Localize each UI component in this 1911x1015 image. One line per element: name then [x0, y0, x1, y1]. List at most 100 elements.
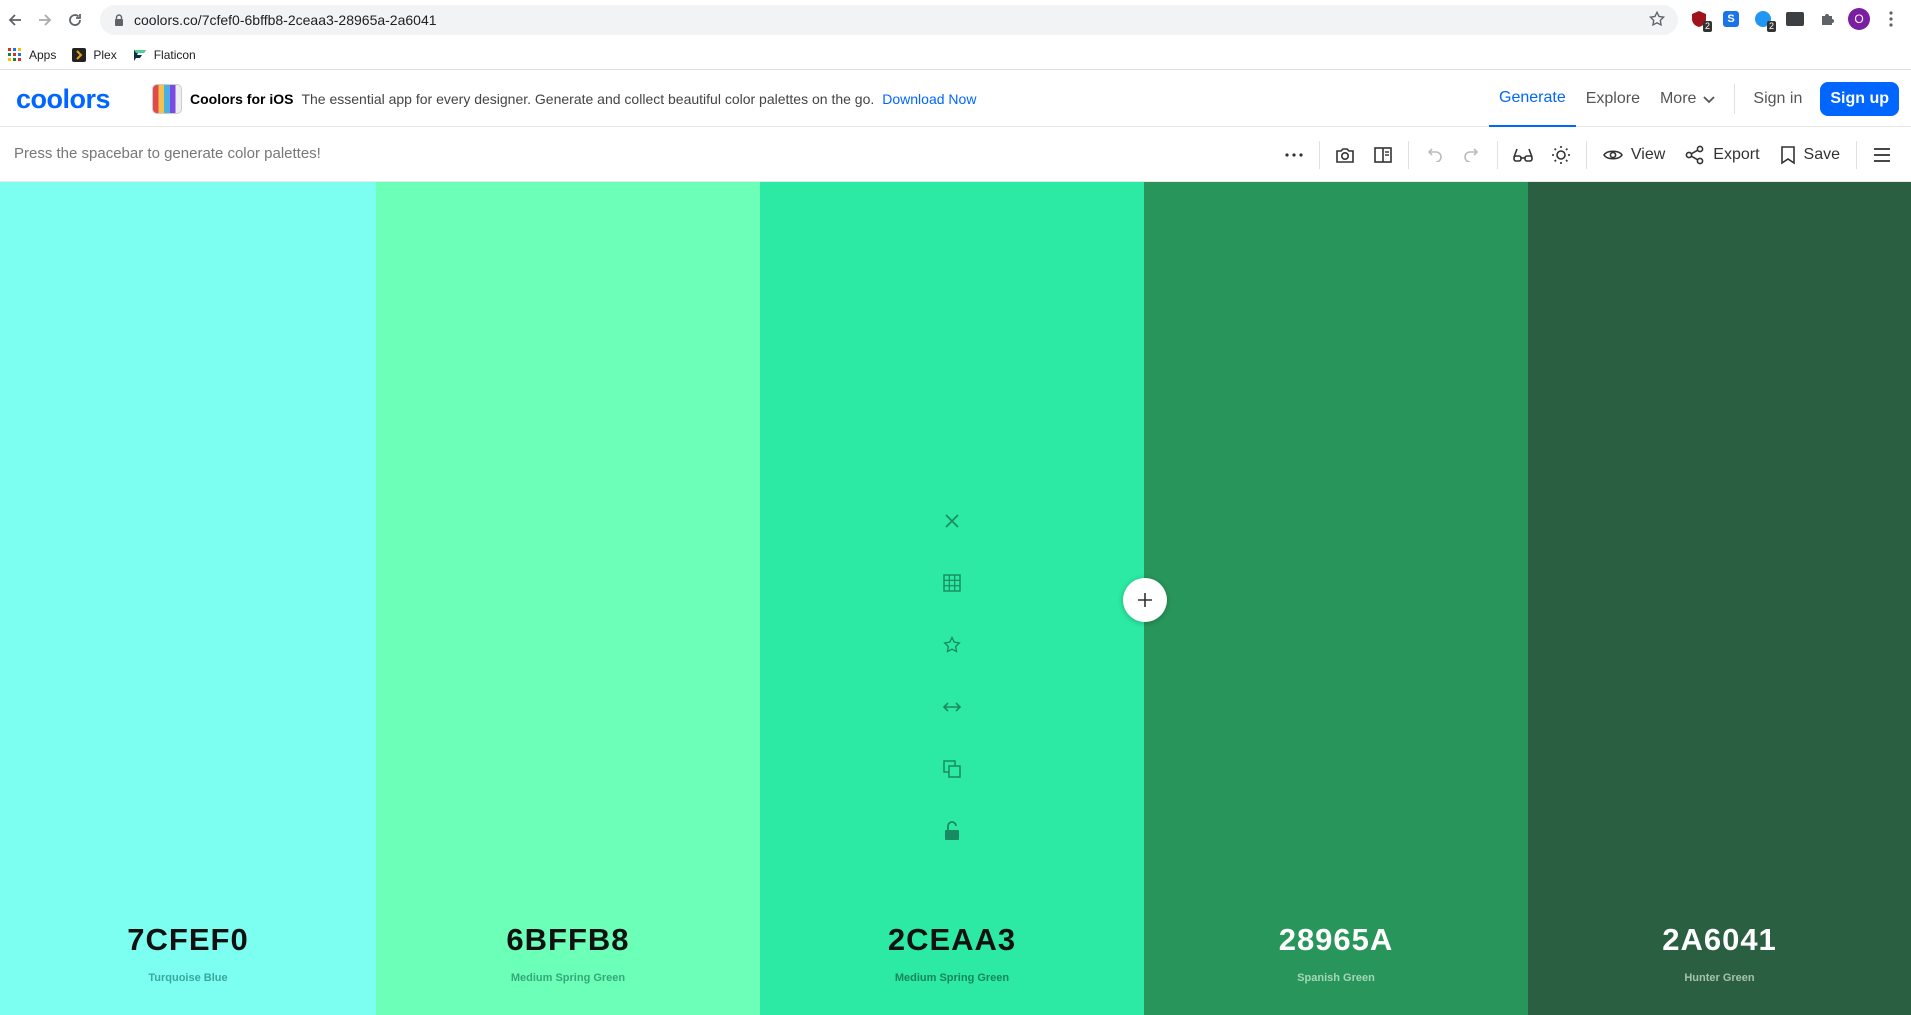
bookmark-label: Apps: [29, 47, 57, 62]
palette-column-1[interactable]: 7CFEF0 Turquoise Blue: [0, 182, 376, 1015]
palette-column-2[interactable]: 6BFFB8 Medium Spring Green: [376, 182, 760, 1015]
hex-code[interactable]: 2CEAA3: [760, 922, 1144, 958]
password-extension-icon[interactable]: [1782, 6, 1808, 32]
toolbar-actions: View Export Save: [1275, 127, 1911, 182]
bookmark-label: Flaticon: [153, 47, 196, 62]
promo-title: Coolors for iOS: [190, 91, 294, 107]
view-label: View: [1630, 145, 1666, 163]
copy-icon: [943, 759, 961, 778]
plex-icon: [72, 47, 87, 62]
extension-badge: 2: [1766, 21, 1776, 32]
undo-button[interactable]: [1415, 136, 1453, 174]
bookmark-icon: [1780, 145, 1795, 164]
toolbar-divider: [1585, 140, 1587, 169]
apps-grid-icon: [8, 47, 21, 61]
ios-app-image: [152, 84, 182, 114]
extensions-area: 2 S 2 O: [1686, 6, 1904, 32]
more-options-button[interactable]: [1275, 136, 1313, 174]
drag-horizontal-icon: [942, 701, 962, 712]
lock-icon: [115, 14, 123, 26]
nav-generate[interactable]: Generate: [1489, 70, 1576, 127]
nav-explore[interactable]: Explore: [1576, 70, 1650, 127]
header-nav: Generate Explore More Sign in Sign up: [1489, 70, 1911, 127]
bookmark-star-icon[interactable]: [1648, 10, 1666, 33]
layout-button[interactable]: [1364, 136, 1402, 174]
remove-color-button[interactable]: [939, 502, 965, 539]
export-button[interactable]: Export: [1675, 145, 1769, 165]
side-panel-icon: [1374, 146, 1392, 163]
camera-button[interactable]: [1326, 136, 1364, 174]
grid-icon: [943, 573, 961, 592]
profile-avatar[interactable]: O: [1846, 6, 1872, 32]
unlocked-icon: [945, 820, 959, 840]
color-palette: 7CFEF0 Turquoise Blue 6BFFB8 Medium Spri…: [0, 182, 1911, 1015]
sign-up-button[interactable]: Sign up: [1820, 81, 1899, 116]
color-name[interactable]: Hunter Green: [1528, 972, 1911, 984]
extension-badge: 2: [1702, 21, 1712, 32]
sign-in-link[interactable]: Sign in: [1743, 70, 1812, 127]
glasses-icon: [1513, 148, 1533, 162]
redo-button[interactable]: [1453, 136, 1491, 174]
drag-color-button[interactable]: [939, 688, 965, 725]
browser-menu-icon[interactable]: [1878, 6, 1904, 32]
column-tools: [932, 502, 972, 849]
bookmark-plex[interactable]: Plex: [72, 47, 117, 62]
favorite-color-button[interactable]: [939, 626, 965, 663]
bookmark-label: Plex: [93, 47, 117, 62]
reload-icon: [69, 14, 81, 26]
bookmark-apps[interactable]: Apps: [8, 47, 57, 62]
blue-extension-icon[interactable]: 2: [1750, 6, 1776, 32]
color-name[interactable]: Medium Spring Green: [760, 972, 1144, 984]
toolbar-divider: [1496, 140, 1498, 169]
nav-divider: [1734, 83, 1736, 114]
download-now-link[interactable]: Download Now: [882, 91, 976, 107]
color-blindness-button[interactable]: [1504, 136, 1542, 174]
view-button[interactable]: View: [1593, 146, 1675, 164]
plus-icon: [1138, 593, 1152, 607]
generator-toolbar: Press the spacebar to generate color pal…: [0, 127, 1911, 182]
redo-icon: [1464, 147, 1479, 162]
save-label: Save: [1803, 145, 1840, 163]
ios-promo: Coolors for iOS The essential app for ev…: [152, 84, 976, 114]
add-color-button[interactable]: [1123, 578, 1167, 622]
hex-code[interactable]: 6BFFB8: [376, 922, 760, 958]
palette-column-3[interactable]: 2CEAA3 Medium Spring Green: [760, 182, 1144, 1015]
color-name[interactable]: Spanish Green: [1144, 972, 1528, 984]
ublock-extension-icon[interactable]: 2: [1686, 6, 1712, 32]
nav-more-label: More: [1659, 89, 1697, 107]
palette-column-4[interactable]: 28965A Spanish Green: [1144, 182, 1528, 1015]
color-name[interactable]: Medium Spring Green: [376, 972, 760, 984]
hex-code[interactable]: 2A6041: [1528, 922, 1911, 958]
back-button[interactable]: [0, 5, 30, 35]
toolbar-divider: [1318, 140, 1320, 169]
lock-color-button[interactable]: [939, 812, 965, 849]
close-icon: [945, 513, 959, 528]
reload-button[interactable]: [60, 5, 90, 35]
save-button[interactable]: Save: [1770, 145, 1850, 165]
toolbar-divider: [1407, 140, 1409, 169]
address-bar[interactable]: coolors.co/7cfef0-6bffb8-2ceaa3-28965a-2…: [100, 5, 1678, 35]
nav-more[interactable]: More: [1650, 70, 1726, 127]
share-icon: [1685, 145, 1704, 164]
bookmarks-bar: Apps Plex Flaticon: [0, 40, 1911, 70]
forward-button[interactable]: [30, 5, 60, 35]
hex-code[interactable]: 28965A: [1144, 922, 1528, 958]
view-shades-button[interactable]: [939, 564, 965, 601]
url-text: coolors.co/7cfef0-6bffb8-2ceaa3-28965a-2…: [134, 12, 437, 28]
hex-code[interactable]: 7CFEF0: [0, 922, 376, 958]
sun-icon: [1551, 145, 1570, 164]
promo-description: The essential app for every designer. Ge…: [301, 91, 875, 107]
coolors-logo[interactable]: coolors: [16, 84, 111, 115]
copy-hex-button[interactable]: [939, 750, 965, 787]
adjust-palette-button[interactable]: [1542, 136, 1580, 174]
palette-column-5[interactable]: 2A6041 Hunter Green: [1528, 182, 1911, 1015]
hamburger-menu-button[interactable]: [1863, 136, 1901, 174]
spacebar-hint: Press the spacebar to generate color pal…: [14, 145, 321, 162]
camera-icon: [1336, 147, 1354, 163]
skype-extension-icon[interactable]: S: [1718, 6, 1744, 32]
bookmark-flaticon[interactable]: Flaticon: [133, 48, 196, 62]
color-name[interactable]: Turquoise Blue: [0, 972, 376, 984]
chevron-down-icon: [1703, 95, 1716, 103]
arrow-right-icon: [39, 14, 52, 26]
puzzle-extensions-icon[interactable]: [1814, 6, 1840, 32]
